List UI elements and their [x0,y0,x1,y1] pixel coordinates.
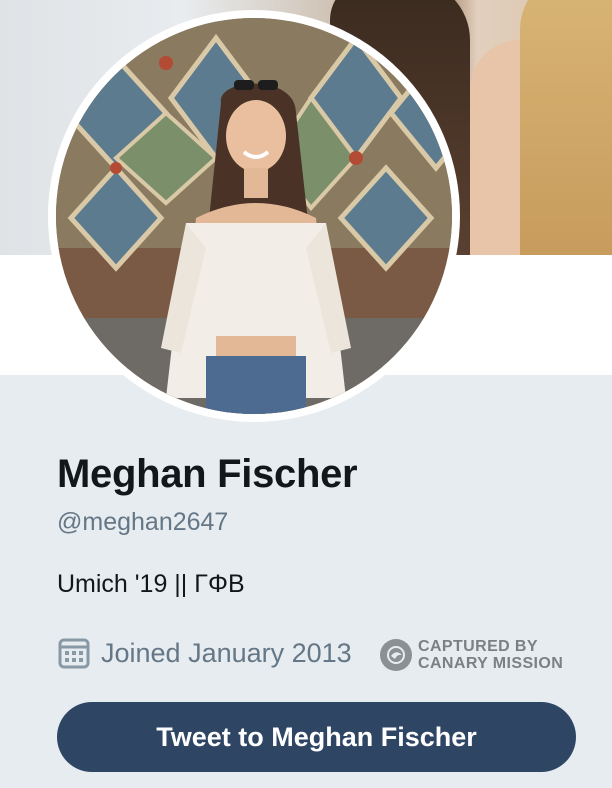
tweet-to-button[interactable]: Tweet to Meghan Fischer [57,702,576,772]
watermark-line-1: CAPTURED BY [418,638,538,655]
canary-mission-watermark: CAPTURED BY CANARY MISSION [380,638,563,672]
profile-handle[interactable]: @meghan2647 [57,508,228,537]
calendar-icon [58,638,90,669]
profile-bio: Umich '19 || ΓΦΒ [57,570,245,598]
joined-date: Joined January 2013 [57,636,352,670]
joined-text: Joined January 2013 [101,637,352,668]
profile-avatar[interactable] [48,10,460,422]
canary-bird-icon [380,639,412,671]
avatar-photo [56,18,452,414]
watermark-line-2: CANARY MISSION [418,655,564,672]
profile-name[interactable]: Meghan Fischer [57,452,358,497]
